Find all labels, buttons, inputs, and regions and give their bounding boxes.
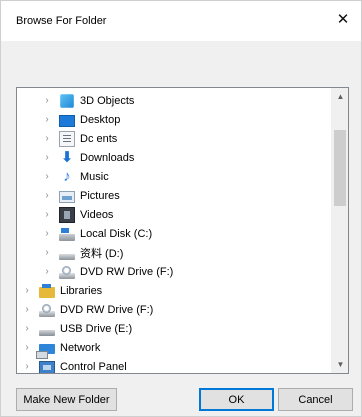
tree-item[interactable]: › USB Drive (E:) [17, 319, 331, 338]
tree-item-label: Network [60, 341, 101, 354]
expand-chevron-icon[interactable]: › [41, 91, 53, 110]
tree-item-label: Downloads [80, 151, 135, 164]
expand-chevron-icon[interactable]: › [41, 262, 53, 281]
libraries-icon [39, 283, 55, 298]
tree-item[interactable]: › Desktop [17, 110, 331, 129]
tree-item[interactable]: › Control Panel [17, 357, 331, 373]
usb-drive-icon [39, 329, 55, 336]
expand-chevron-icon[interactable]: › [41, 186, 53, 205]
tree-item-label: Local Disk (C:) [80, 227, 153, 240]
expand-chevron-icon[interactable]: › [41, 224, 53, 243]
tree-item[interactable]: › 资料 (D:) [17, 243, 331, 262]
folder-tree[interactable]: › 3D Objects › Desktop › Dc ents › ⬇ Downloads › ♪… [16, 87, 349, 374]
desktop-icon [59, 114, 75, 127]
tree-item-label: 3D Objects [80, 94, 135, 107]
expand-chevron-icon[interactable]: › [41, 167, 53, 186]
tree-item[interactable]: › DVD RW Drive (F:) [17, 262, 331, 281]
scroll-down-button[interactable]: ▼ [332, 356, 348, 373]
close-button[interactable]: ✕ [325, 1, 361, 37]
cancel-button[interactable]: Cancel [278, 388, 353, 411]
3d-objects-icon [60, 93, 74, 108]
tree-item[interactable]: › Videos [17, 205, 331, 224]
tree-item[interactable]: › Local Disk (C:) [17, 224, 331, 243]
tree-item[interactable]: › ♪ Music [17, 167, 331, 186]
scroll-up-button[interactable]: ▲ [332, 88, 348, 105]
tree-item[interactable]: › 3D Objects [17, 91, 331, 110]
folder-tree-items: › 3D Objects › Desktop › Dc ents › ⬇ Downloads › ♪… [17, 91, 331, 373]
scrollbar-thumb[interactable] [334, 130, 346, 206]
close-icon: ✕ [336, 11, 350, 28]
network-icon [36, 344, 55, 359]
title-bar: Browse For Folder ✕ [1, 1, 361, 41]
make-new-folder-button[interactable]: Make New Folder [16, 388, 117, 411]
expand-chevron-icon[interactable]: › [21, 300, 33, 319]
control-panel-icon [39, 361, 55, 373]
tree-item[interactable]: › ⬇ Downloads [17, 148, 331, 167]
expand-chevron-icon[interactable]: › [21, 357, 33, 373]
tree-item-label: 资料 (D:) [80, 247, 124, 260]
documents-icon [59, 130, 75, 147]
tree-item-label: USB Drive (E:) [60, 322, 133, 335]
expand-chevron-icon[interactable]: › [41, 205, 53, 224]
tree-item-label: Pictures [80, 189, 120, 202]
videos-icon [59, 206, 75, 223]
tree-item-label: Music [80, 170, 109, 183]
tree-item-label: Videos [80, 208, 114, 221]
tree-item-label: DVD RW Drive (F:) [80, 265, 174, 278]
ok-button[interactable]: OK [199, 388, 274, 411]
tree-item[interactable]: › Dc ents [17, 129, 331, 148]
expand-chevron-icon[interactable]: › [21, 338, 33, 357]
downloads-icon: ⬇ [60, 148, 74, 166]
instruction-text [16, 49, 346, 79]
dialog-title: Browse For Folder [16, 15, 107, 27]
pictures-icon [59, 190, 75, 203]
scroll-down-icon: ▼ [336, 360, 345, 369]
tree-item[interactable]: › DVD RW Drive (F:) [17, 300, 331, 319]
expand-chevron-icon[interactable]: › [21, 281, 33, 300]
music-icon: ♪ [63, 167, 71, 185]
tree-item-label: Dc ents [80, 132, 118, 145]
tree-item-label: DVD RW Drive (F:) [60, 303, 154, 316]
expand-chevron-icon[interactable]: › [41, 148, 53, 167]
tree-item-label: Libraries [60, 284, 103, 297]
dvd-drive-icon [59, 265, 75, 279]
drive-icon [59, 253, 75, 260]
dvd-drive-icon [39, 303, 55, 317]
tree-scrollbar[interactable]: ▲ ▼ [331, 88, 348, 373]
expand-chevron-icon[interactable]: › [21, 319, 33, 338]
browse-for-folder-dialog: Browse For Folder ✕ › 3D Objects › Desktop ›… [0, 0, 362, 417]
tree-item[interactable]: › Network [17, 338, 331, 359]
tree-item-label: Control Panel [60, 360, 127, 373]
local-disk-icon [59, 227, 75, 241]
expand-chevron-icon[interactable]: › [41, 129, 53, 148]
expand-chevron-icon[interactable]: › [41, 110, 53, 129]
tree-item-label: Desktop [80, 113, 121, 126]
tree-item[interactable]: › Pictures [17, 186, 331, 205]
tree-item[interactable]: › Libraries [17, 281, 331, 300]
expand-chevron-icon[interactable]: › [41, 243, 53, 262]
scroll-up-icon: ▲ [336, 92, 345, 101]
